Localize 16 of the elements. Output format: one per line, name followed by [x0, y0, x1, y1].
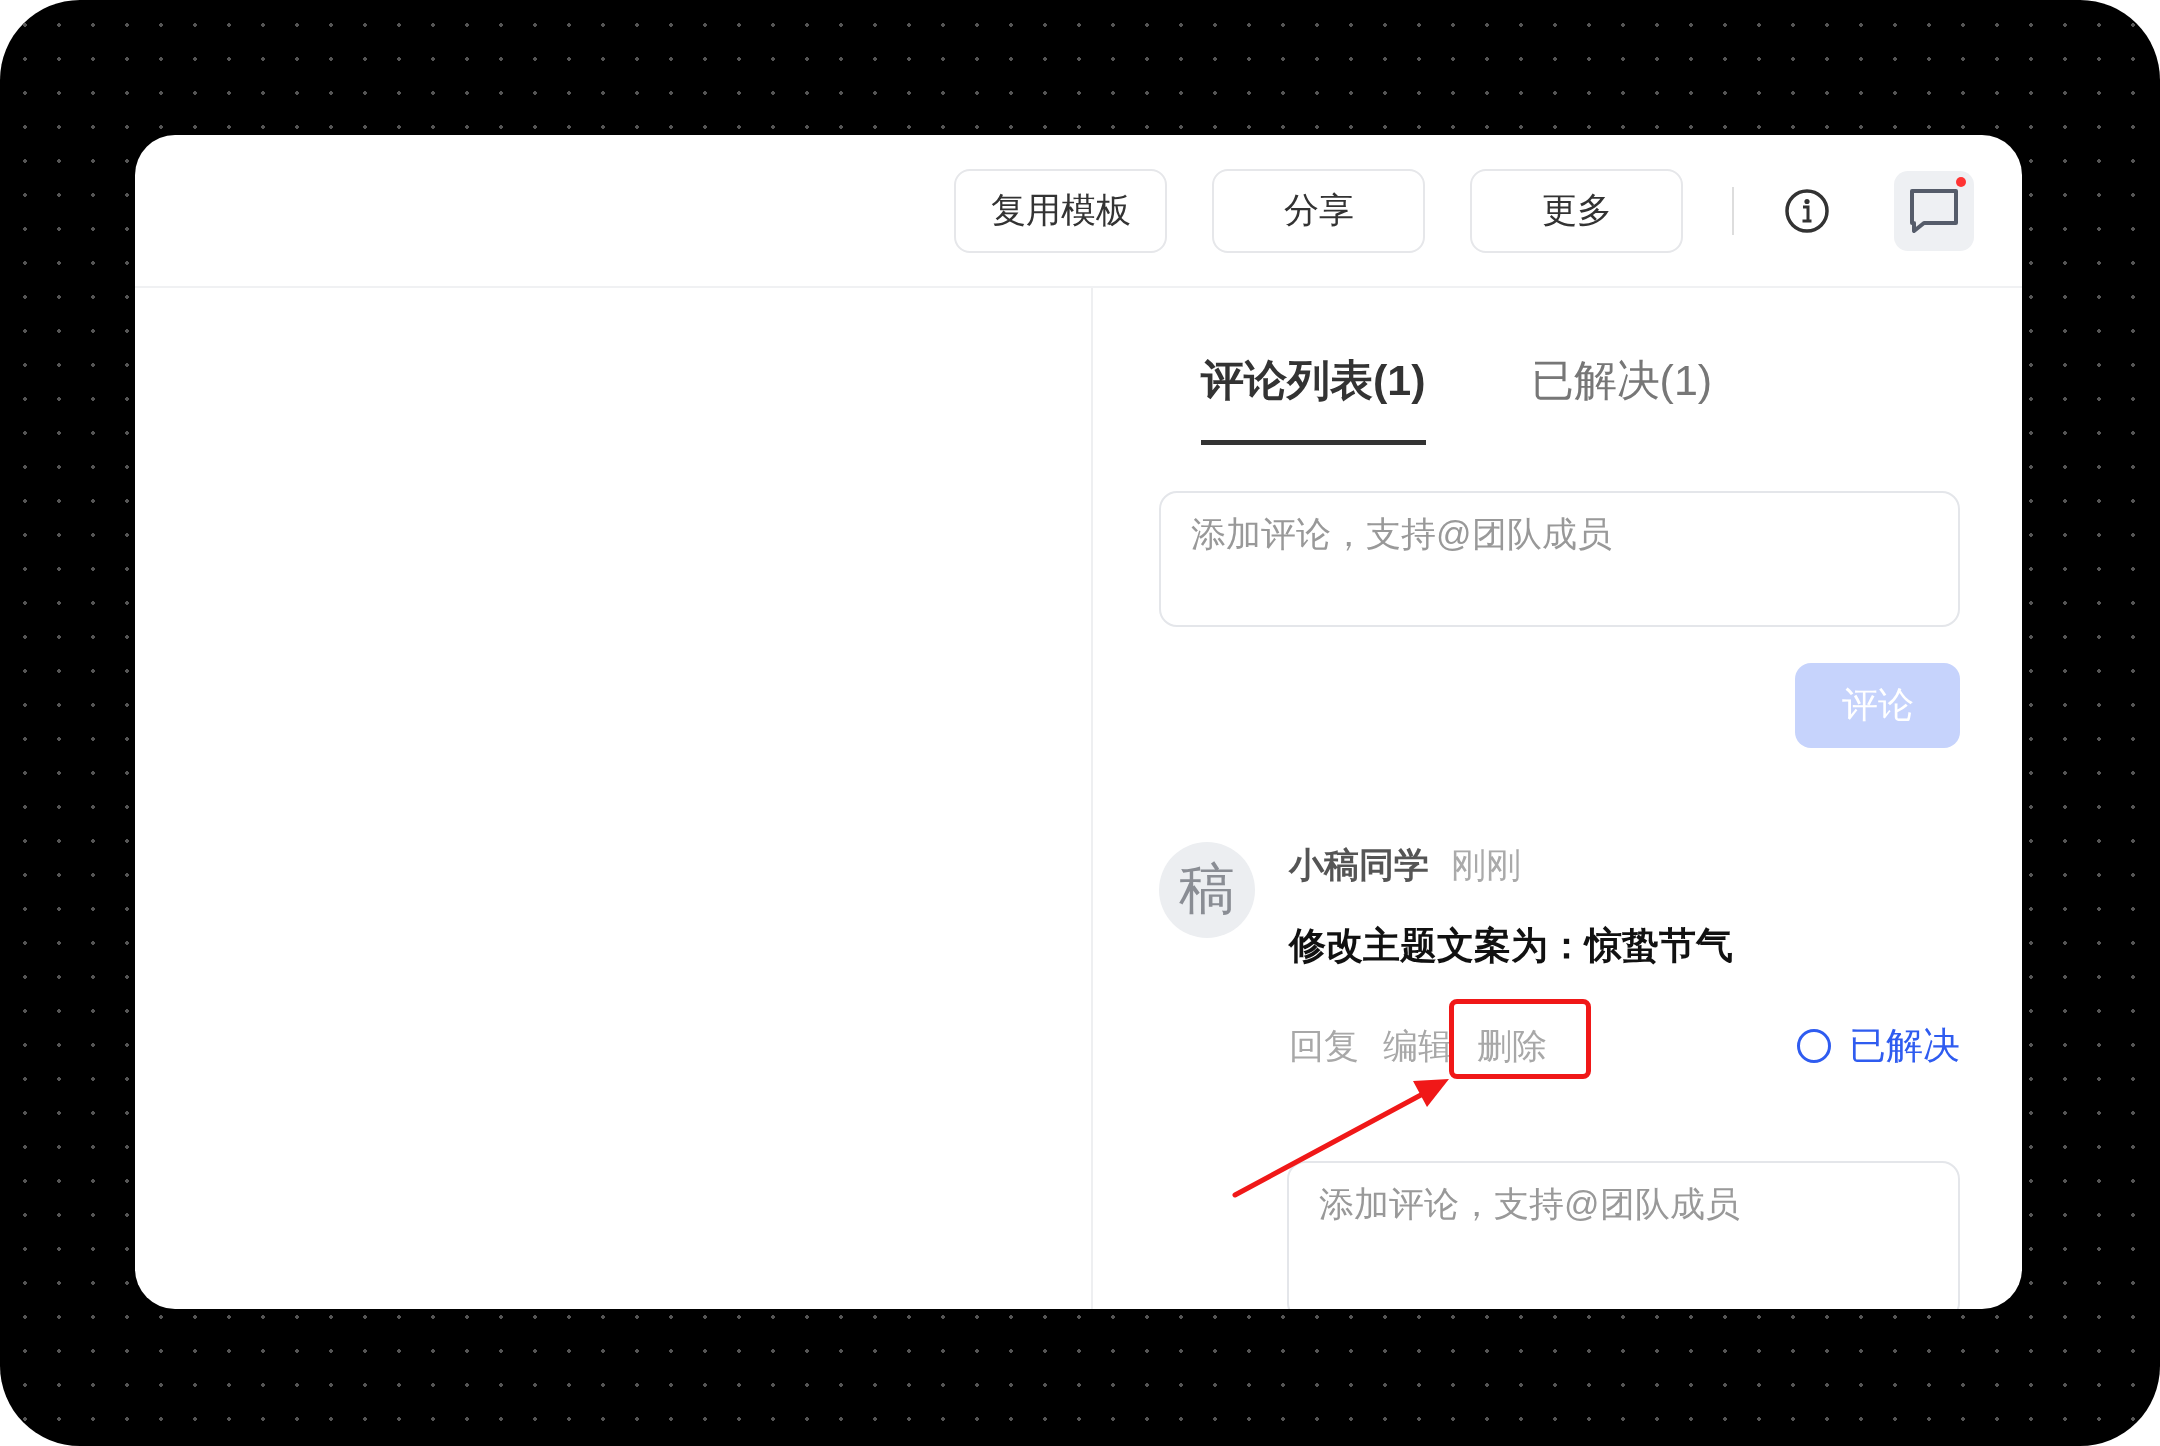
toolbar-button[interactable]: 复用模板	[954, 168, 1167, 253]
reply-input[interactable]: 添加评论，支持@团队成员	[1287, 1161, 1960, 1309]
tab[interactable]: 已解决(1)	[1530, 352, 1713, 445]
info-icon[interactable]	[1783, 186, 1831, 235]
comment-text: 修改主题文案为：惊蛰节气	[1289, 924, 1734, 968]
avatar: 稿	[1159, 842, 1255, 938]
resolve-radio[interactable]: 已解决	[1797, 1021, 1960, 1071]
comment-button[interactable]	[1894, 170, 1974, 251]
comment-time: 刚刚	[1451, 844, 1521, 886]
toolbar-button[interactable]: 分享	[1212, 168, 1425, 253]
author-name: 小稿同学	[1289, 844, 1429, 886]
tab[interactable]: 评论列表(1)	[1201, 352, 1426, 445]
toolbar-button[interactable]: 更多	[1470, 168, 1683, 253]
speech-bubble-icon	[1908, 186, 1960, 235]
comment-input[interactable]: 添加评论，支持@团队成员	[1159, 491, 1960, 627]
unread-dot	[1956, 176, 1966, 187]
